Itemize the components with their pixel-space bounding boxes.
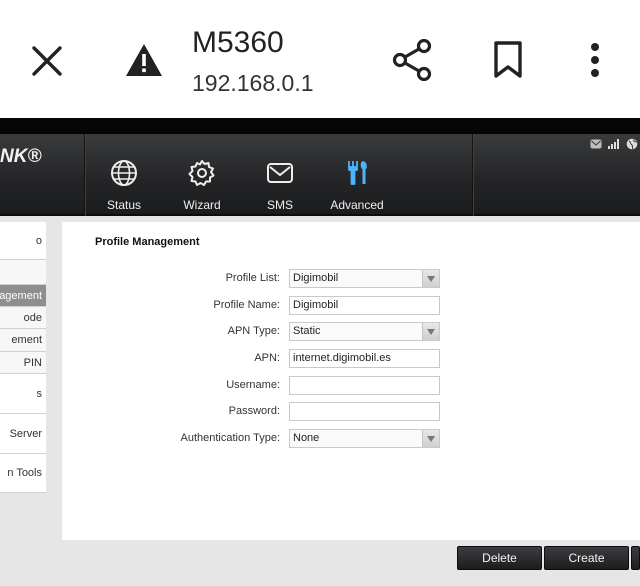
header-top-strip: [0, 118, 640, 134]
button-bar: Delete Create: [62, 540, 640, 586]
page-url[interactable]: 192.168.0.1: [192, 70, 314, 97]
more-options-icon[interactable]: [572, 37, 618, 83]
profile-list-row: Profile List: Digimobil: [62, 269, 640, 289]
apn-type-select[interactable]: Static: [289, 322, 440, 341]
close-icon[interactable]: [24, 38, 70, 84]
username-row: Username:: [62, 376, 640, 396]
tools-icon: [342, 158, 372, 188]
authentication-type-row: Authentication Type: None: [62, 429, 640, 449]
message-status-icon: [590, 139, 602, 149]
chevron-down-icon[interactable]: [422, 430, 439, 447]
profile-name-row: Profile Name: Digimobil: [62, 296, 640, 316]
sidebar-item[interactable]: o: [0, 222, 46, 260]
internet-globe-icon: [626, 138, 638, 150]
globe-icon: [109, 158, 139, 188]
share-icon[interactable]: [389, 37, 435, 83]
warning-icon[interactable]: [121, 40, 167, 80]
sidebar-item-wireless[interactable]: s: [0, 374, 46, 414]
sidebar-item-pin-management[interactable]: ement: [0, 329, 46, 352]
profile-management-panel: Profile Management Profile List: Digimob…: [62, 222, 640, 540]
sidebar-item-network-mode[interactable]: ode: [0, 307, 46, 329]
sidebar-item-pin[interactable]: PIN: [0, 352, 46, 374]
username-input[interactable]: [289, 376, 440, 395]
chevron-down-icon[interactable]: [422, 270, 439, 287]
chevron-down-icon[interactable]: [422, 323, 439, 340]
router-header: NK® Status Wizard SMS Advanced: [0, 134, 640, 216]
browser-toolbar: M5360 192.168.0.1: [0, 0, 640, 118]
envelope-icon: [265, 158, 295, 188]
nav-sms[interactable]: SMS: [240, 134, 320, 216]
authentication-type-select[interactable]: None: [289, 429, 440, 448]
brand-logo: NK®: [0, 146, 42, 167]
delete-button[interactable]: Delete: [457, 546, 542, 570]
bookmark-icon[interactable]: [485, 37, 531, 83]
sidebar-item-system-tools[interactable]: n Tools: [0, 454, 46, 493]
password-input[interactable]: [289, 402, 440, 421]
signal-strength-icon: [608, 139, 619, 149]
more-button[interactable]: [631, 546, 640, 570]
apn-row: APN: internet.digimobil.es: [62, 349, 640, 369]
apn-type-row: APN Type: Static: [62, 322, 640, 342]
password-row: Password:: [62, 402, 640, 422]
create-button[interactable]: Create: [544, 546, 629, 570]
page-title: M5360: [192, 26, 284, 59]
sidebar-item[interactable]: [0, 260, 46, 285]
profile-list-select[interactable]: Digimobil: [289, 269, 440, 288]
nav-status[interactable]: Status: [84, 134, 164, 216]
gear-icon: [187, 158, 217, 188]
panel-heading: Profile Management: [95, 236, 200, 248]
profile-name-input[interactable]: Digimobil: [289, 296, 440, 315]
nav-advanced[interactable]: Advanced: [317, 134, 397, 216]
apn-input[interactable]: internet.digimobil.es: [289, 349, 440, 368]
status-icons: [590, 138, 638, 150]
nav-wizard[interactable]: Wizard: [162, 134, 242, 216]
sidebar-item-profile-management[interactable]: agement: [0, 285, 46, 307]
sidebar-item-dhcp-server[interactable]: Server: [0, 414, 46, 454]
nav-divider: [472, 134, 473, 216]
